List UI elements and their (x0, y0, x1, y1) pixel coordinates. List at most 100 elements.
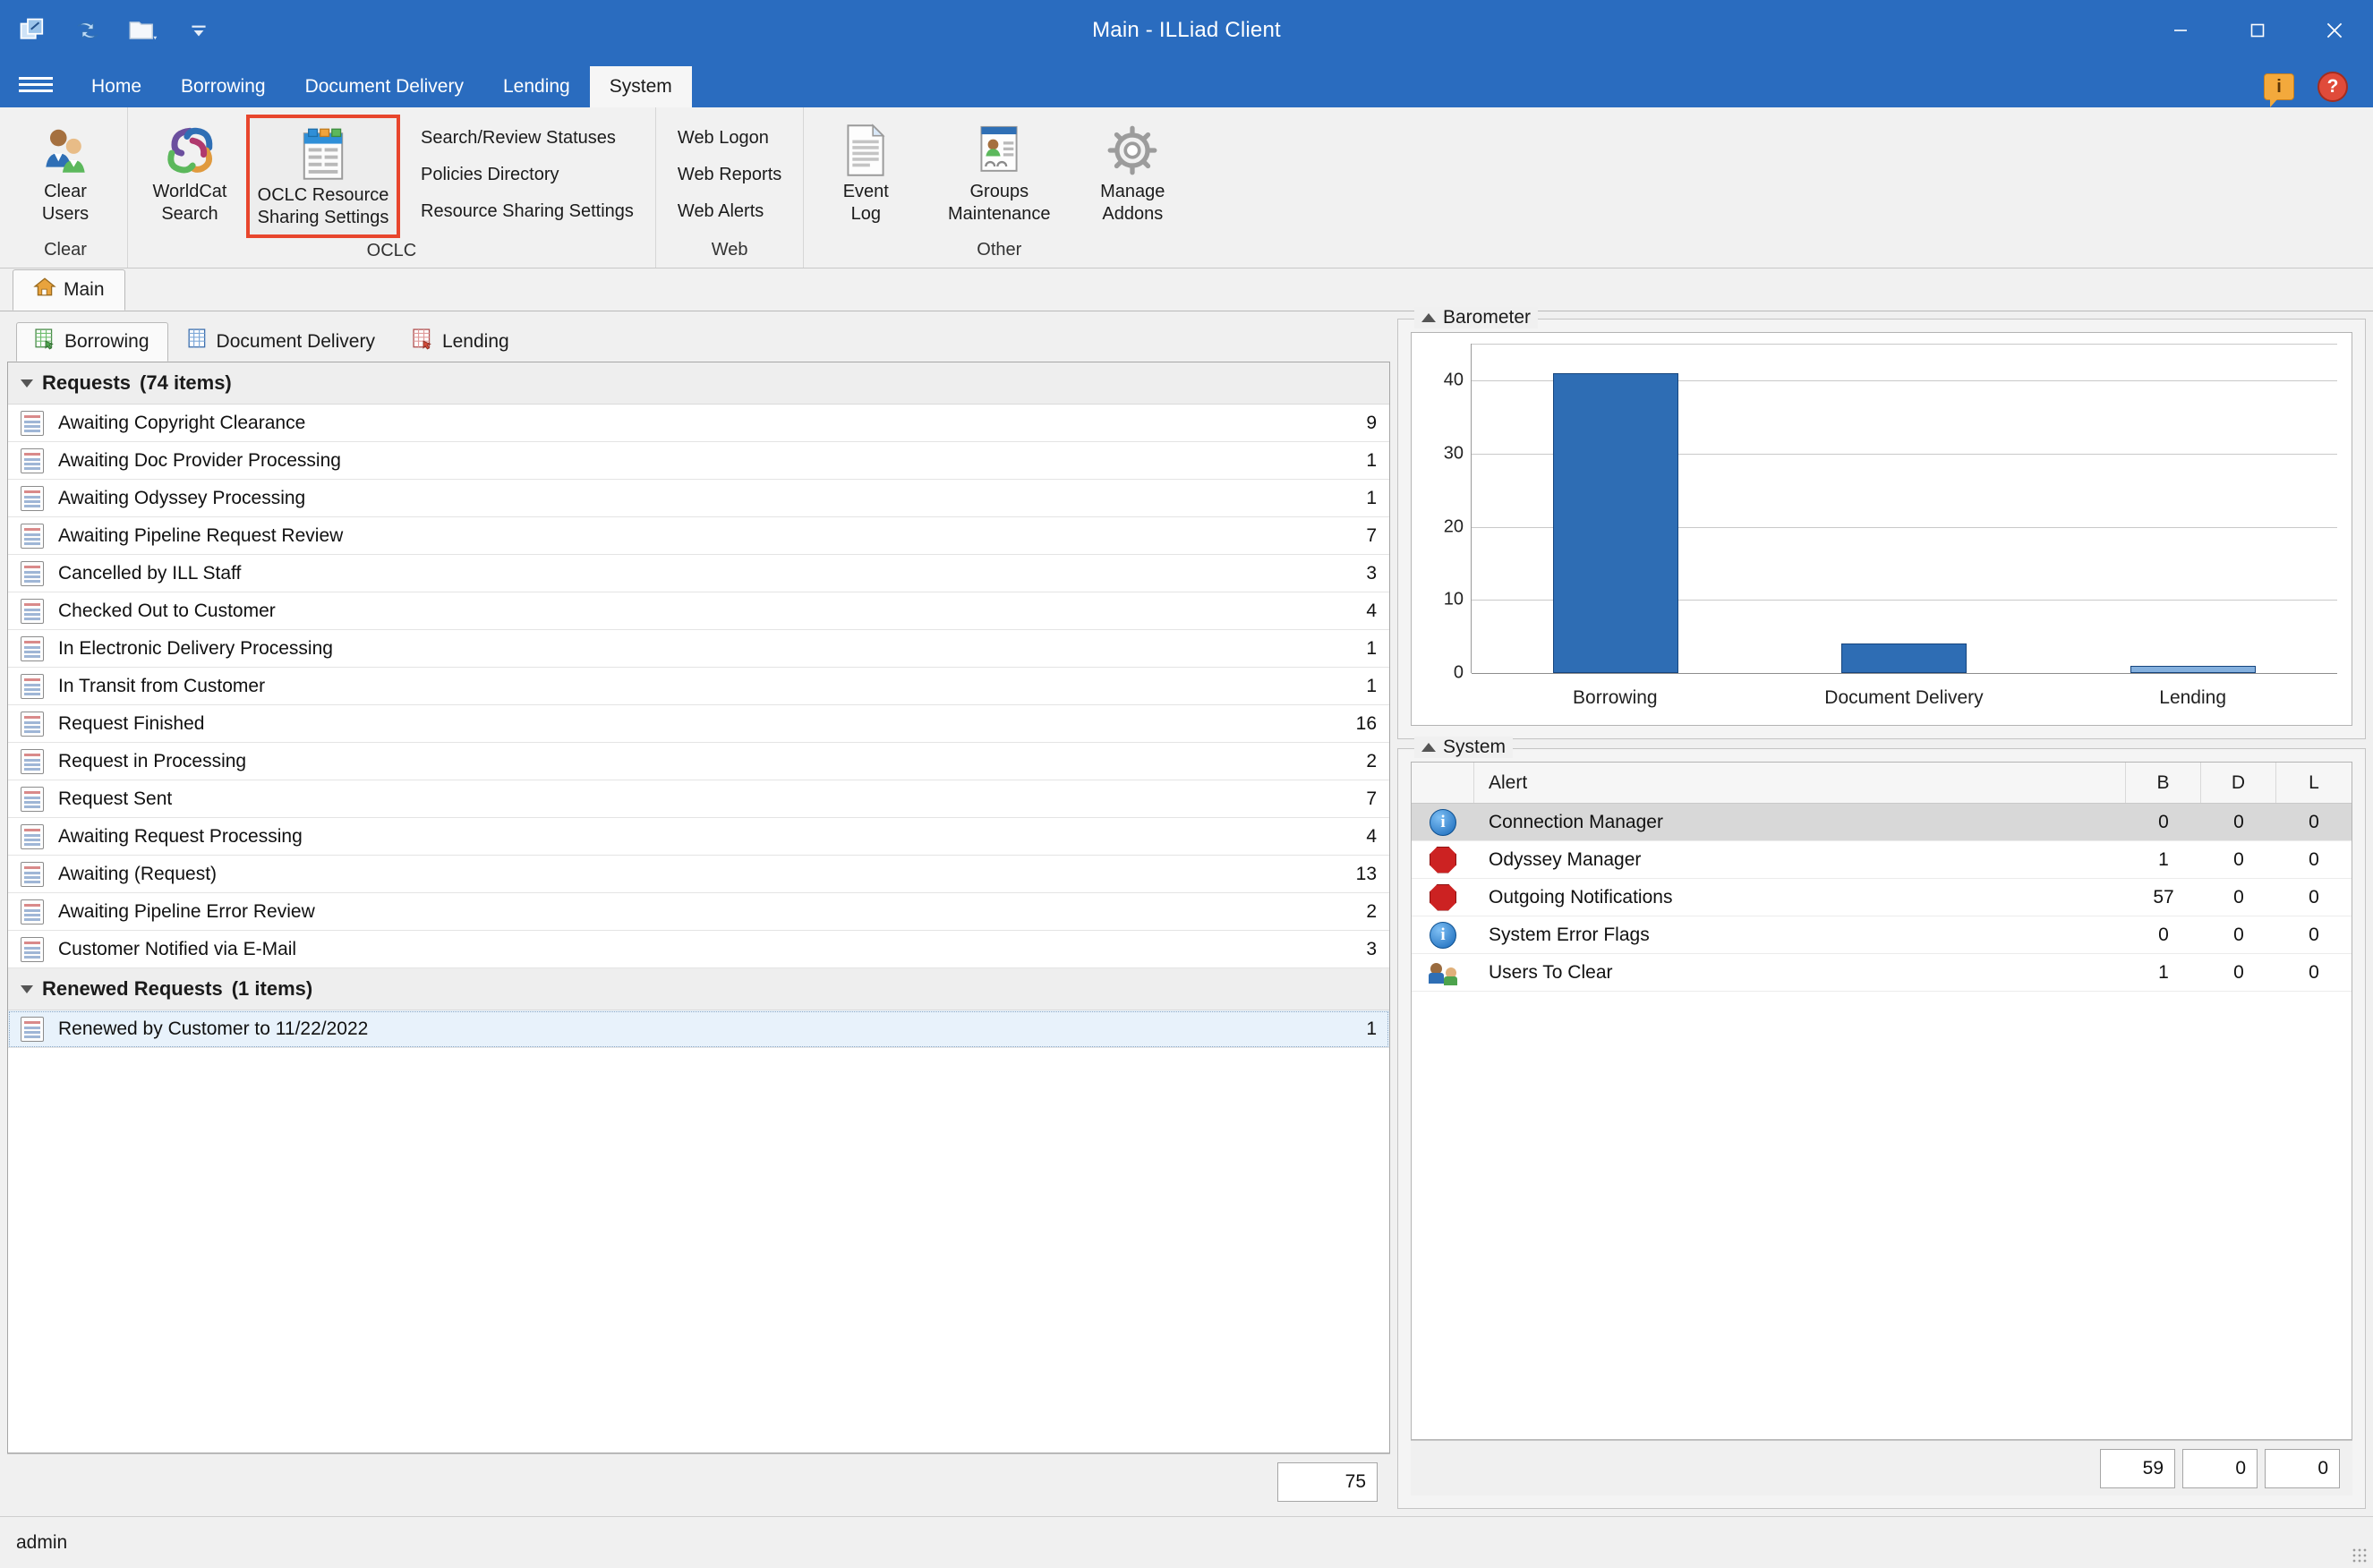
chevron-up-icon[interactable] (1421, 313, 1436, 322)
oclc-resource-sharing-settings-button[interactable]: OCLC Resource Sharing Settings (246, 115, 400, 238)
request-label: Awaiting Doc Provider Processing (44, 450, 1296, 472)
table-row[interactable]: Renewed by Customer to 11/22/2022 1 (8, 1010, 1389, 1048)
barometer-title-bar[interactable]: Barometer (1414, 307, 1538, 328)
table-row[interactable]: Request Sent 7 (8, 780, 1389, 818)
close-button[interactable] (2296, 0, 2373, 61)
column-header-alert[interactable]: Alert (1474, 763, 2126, 803)
alert-d-count: 0 (2201, 916, 2276, 953)
alert-name: Outgoing Notifications (1474, 879, 2126, 916)
table-row[interactable]: In Electronic Delivery Processing 1 (8, 630, 1389, 668)
sub-tab-document-delivery[interactable]: Document Delivery (168, 322, 394, 362)
table-row[interactable]: Awaiting Pipeline Error Review 2 (8, 893, 1389, 931)
table-row[interactable]: Awaiting Copyright Clearance 9 (8, 405, 1389, 442)
table-row[interactable]: i System Error Flags 0 0 0 (1412, 916, 2352, 954)
y-tick: 10 (1444, 590, 1464, 610)
gear-icon (1105, 120, 1160, 181)
column-header-l[interactable]: L (2276, 763, 2352, 803)
web-reports-button[interactable]: Web Reports (665, 157, 794, 193)
system-table-header: Alert B D L (1412, 763, 2352, 804)
groups-maintenance-button[interactable]: Groups Maintenance (922, 115, 1076, 231)
collapse-triangle-icon[interactable] (21, 985, 33, 993)
table-row[interactable]: Request in Processing 2 (8, 743, 1389, 780)
ribbon-tab-lending[interactable]: Lending (483, 66, 590, 107)
table-row[interactable]: Awaiting Doc Provider Processing 1 (8, 442, 1389, 480)
table-row[interactable]: In Transit from Customer 1 (8, 668, 1389, 705)
restore-window-icon[interactable] (14, 13, 50, 48)
worldcat-search-button[interactable]: WorldCat Search (137, 115, 243, 231)
minimize-button[interactable] (2142, 0, 2219, 61)
ribbon-tab-home[interactable]: Home (72, 66, 161, 107)
manage-addons-button[interactable]: Manage Addons (1080, 115, 1185, 231)
table-row[interactable]: Awaiting Request Processing 4 (8, 818, 1389, 856)
table-row[interactable]: Checked Out to Customer 4 (8, 592, 1389, 630)
menu-hamburger-icon[interactable] (0, 61, 72, 107)
status-bar-user: admin (16, 1532, 67, 1554)
row-status-icon (1412, 879, 1474, 916)
alert-l-count: 0 (2276, 841, 2352, 878)
table-row[interactable]: Cancelled by ILL Staff 3 (8, 555, 1389, 592)
bar-document-delivery[interactable] (1841, 643, 1967, 673)
group-header-renewed-requests[interactable]: Renewed Requests (1 items) (8, 968, 1389, 1010)
row-status-icon: i (1412, 804, 1474, 840)
sub-tab-borrowing-label: Borrowing (64, 331, 149, 353)
table-row[interactable]: i Connection Manager 0 0 0 (1412, 804, 2352, 841)
chevron-up-icon[interactable] (1421, 743, 1436, 752)
requests-list[interactable]: Requests (74 items) Awaiting Copyright C… (7, 362, 1390, 1453)
ribbon-tab-strip: Home Borrowing Document Delivery Lending… (0, 61, 2373, 107)
new-document-icon[interactable] (125, 13, 161, 48)
bar-borrowing[interactable] (1553, 373, 1678, 673)
column-header-b[interactable]: B (2126, 763, 2201, 803)
sub-tab-lending[interactable]: Lending (394, 322, 528, 362)
system-table[interactable]: Alert B D L i Connection Manager 0 0 0 O… (1411, 762, 2352, 1440)
table-row[interactable]: Odyssey Manager 1 0 0 (1412, 841, 2352, 879)
request-label: Renewed by Customer to 11/22/2022 (44, 1018, 1296, 1040)
table-row[interactable]: Awaiting (Request) 13 (8, 856, 1389, 893)
table-empty-space (1412, 992, 2352, 1439)
manage-addons-label-line2: Addons (1102, 203, 1163, 226)
resize-grip-icon[interactable] (2352, 1547, 2368, 1564)
customize-quick-access-toolbar-icon[interactable] (181, 13, 217, 48)
y-tick: 40 (1444, 370, 1464, 390)
sub-tab-document-delivery-label: Document Delivery (217, 331, 375, 353)
table-row[interactable]: Users To Clear 1 0 0 (1412, 954, 2352, 992)
web-logon-button[interactable]: Web Logon (665, 120, 794, 157)
stop-icon (1430, 847, 1456, 873)
ribbon-right-icons: i ? (2264, 72, 2373, 107)
refresh-icon[interactable] (70, 13, 106, 48)
clear-users-label-line1: Clear (44, 181, 87, 203)
table-row[interactable]: Request Finished 16 (8, 705, 1389, 743)
info-icon[interactable]: i (2264, 73, 2294, 100)
alert-d-count: 0 (2201, 841, 2276, 878)
clear-users-button[interactable]: Clear Users (13, 115, 118, 231)
table-row[interactable]: Outgoing Notifications 57 0 0 (1412, 879, 2352, 916)
table-row[interactable]: Awaiting Odyssey Processing 1 (8, 480, 1389, 517)
ribbon-tab-borrowing[interactable]: Borrowing (161, 66, 286, 107)
event-log-button[interactable]: Event Log (813, 115, 918, 231)
column-header-icon[interactable] (1412, 763, 1474, 803)
window-title: Main - ILLiad Client (0, 18, 2373, 43)
web-alerts-button[interactable]: Web Alerts (665, 193, 794, 230)
request-icon (21, 1017, 44, 1042)
column-header-d[interactable]: D (2201, 763, 2276, 803)
y-tick: 20 (1444, 516, 1464, 537)
table-row[interactable]: Awaiting Pipeline Request Review 7 (8, 517, 1389, 555)
maximize-button[interactable] (2219, 0, 2296, 61)
system-total-d: 0 (2182, 1449, 2258, 1488)
system-title-bar[interactable]: System (1414, 737, 1513, 758)
group-header-requests[interactable]: Requests (74 items) (8, 362, 1389, 405)
ribbon-group-other: Event Log Groups Maintenance (803, 107, 1194, 268)
ribbon-tab-document-delivery[interactable]: Document Delivery (286, 66, 483, 107)
collapse-triangle-icon[interactable] (21, 379, 33, 388)
policies-directory-button[interactable]: Policies Directory (408, 157, 646, 193)
request-icon (21, 862, 44, 887)
bar-lending[interactable] (2130, 666, 2256, 673)
ribbon-tab-system[interactable]: System (590, 66, 692, 107)
title-bar: Main - ILLiad Client (0, 0, 2373, 61)
document-tab-main[interactable]: Main (13, 269, 125, 311)
table-row[interactable]: Customer Notified via E-Mail 3 (8, 931, 1389, 968)
sub-tab-borrowing[interactable]: Borrowing (16, 322, 168, 362)
help-icon[interactable]: ? (2318, 72, 2348, 102)
alert-b-count: 57 (2126, 879, 2201, 916)
resource-sharing-settings-button[interactable]: Resource Sharing Settings (408, 193, 646, 230)
search-review-statuses-button[interactable]: Search/Review Statuses (408, 120, 646, 157)
